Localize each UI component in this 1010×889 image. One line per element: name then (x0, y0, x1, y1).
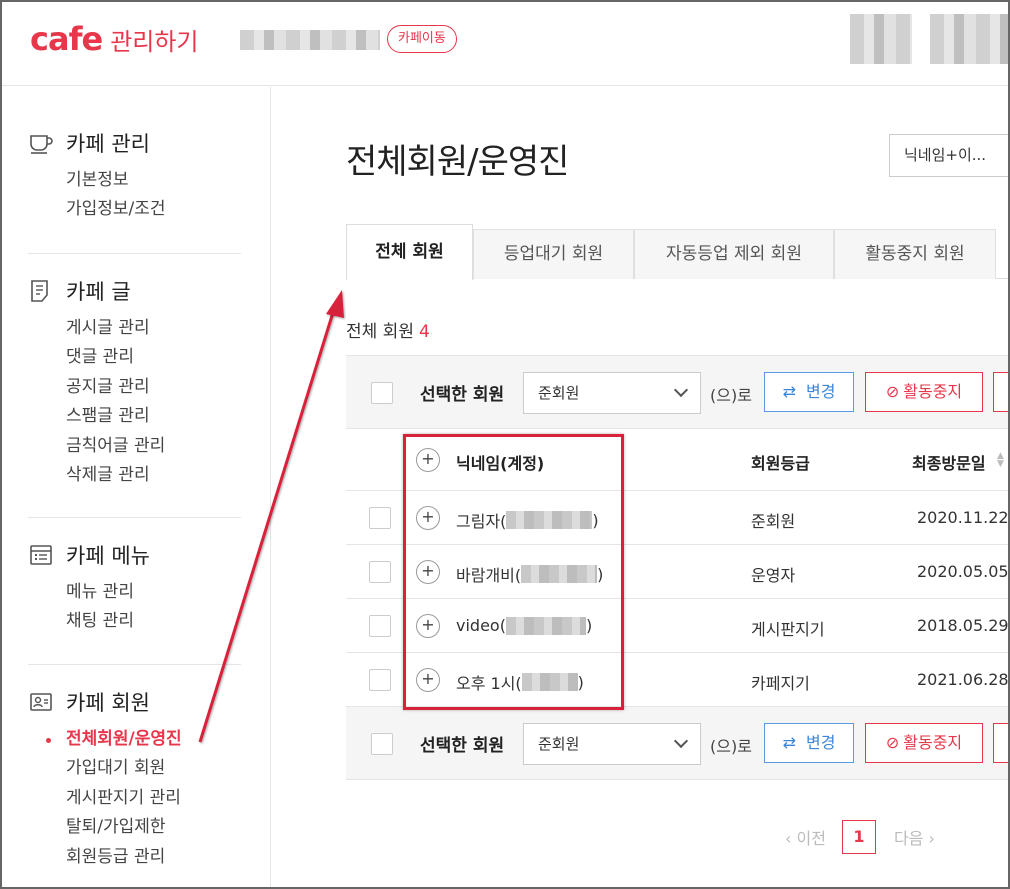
sidebar-section-title: 카페 글 (66, 280, 131, 304)
tab-auto-upgrade-excluded[interactable]: 자동등업 제외 회원 (634, 229, 834, 279)
change-grade-button[interactable]: ⇄ 변경 (764, 372, 854, 412)
sidebar-item-menu[interactable]: 메뉴 관리 (66, 578, 241, 607)
change-label: 변경 (805, 733, 836, 752)
cafe-move-button[interactable]: 카페이동 (387, 25, 457, 53)
top-header: cafe 관리하기 카페이동 (0, 0, 1010, 86)
sidebar-divider (28, 517, 241, 518)
sidebar-item-notices[interactable]: 공지글 관리 (66, 373, 241, 402)
action-bar-bottom: 선택한 회원 준회원 (으)로 ⇄ 변경 ⊘ 활동중지 (346, 706, 1010, 780)
grade-select-value: 준회원 (538, 384, 580, 402)
logo-cafe-text: cafe (30, 20, 103, 58)
member-grade: 카페지기 (751, 674, 810, 693)
member-last-visit: 2021.06.28 (917, 670, 1009, 689)
prev-page-button[interactable]: ‹ 이전 (785, 825, 826, 849)
sidebar-item-chat[interactable]: 채팅 관리 (66, 607, 241, 636)
member-tabs: 전체 회원 등업대기 회원 자동등업 제외 회원 활동중지 회원 (346, 224, 1010, 280)
member-last-visit: 2020.11.22 (917, 508, 1009, 527)
logo-admin-text: 관리하기 (110, 28, 199, 56)
sidebar-item-comments[interactable]: 댓글 관리 (66, 343, 241, 372)
cup-icon (30, 135, 53, 154)
next-label: 다음 (893, 829, 924, 848)
blurred-cafe-name (240, 30, 380, 50)
menu-list-icon (30, 545, 52, 565)
cafe-admin-logo[interactable]: cafe 관리하기 (30, 20, 199, 58)
sort-icon[interactable]: ▲ ▼ (997, 452, 1004, 469)
sidebar-section-title: 카페 회원 (66, 691, 150, 715)
member-grade: 게시판지기 (751, 620, 825, 639)
pagination: ‹ 이전 1 다음 › (785, 820, 935, 854)
selected-members-label: 선택한 회원 (420, 385, 505, 405)
member-last-visit: 2018.05.29 (917, 616, 1009, 635)
column-header-grade: 회원등급 (751, 454, 810, 473)
row-checkbox[interactable] (369, 615, 391, 637)
tab-suspended[interactable]: 활동중지 회원 (834, 229, 996, 279)
blurred-user-name[interactable] (930, 14, 1010, 64)
grade-select[interactable]: 준회원 (523, 723, 701, 765)
more-action-button[interactable] (993, 372, 1010, 412)
sidebar-section-title: 카페 관리 (66, 132, 150, 156)
change-label: 변경 (805, 382, 836, 401)
swap-icon: ⇄ (782, 382, 796, 401)
next-page-button[interactable]: 다음 › (894, 825, 935, 849)
tab-pending-upgrade[interactable]: 등업대기 회원 (473, 229, 634, 279)
sidebar-item-member-grades[interactable]: 회원등급 관리 (66, 843, 241, 872)
change-grade-button[interactable]: ⇄ 변경 (764, 723, 854, 763)
sidebar-item-basic-info[interactable]: 기본정보 (66, 166, 241, 195)
select-all-checkbox[interactable] (371, 733, 393, 755)
row-checkbox[interactable] (369, 669, 391, 691)
sidebar-item-pending-members[interactable]: 가입대기 회원 (66, 754, 241, 783)
annotation-highlight-box (403, 434, 624, 710)
tab-all-members[interactable]: 전체 회원 (346, 224, 473, 280)
suspend-button[interactable]: ⊘ 활동중지 (865, 723, 983, 763)
sidebar-item-all-members[interactable]: 전체회원/운영진 (46, 725, 241, 754)
suspend-button[interactable]: ⊘ 활동중지 (865, 372, 983, 412)
prohibit-icon: ⊘ (885, 382, 900, 401)
blurred-avatar[interactable] (850, 14, 912, 64)
to-grade-text: (으)로 (710, 737, 752, 756)
sidebar-section-cafe-menu: 카페 메뉴 메뉴 관리 채팅 관리 (28, 540, 241, 637)
more-action-button[interactable] (993, 723, 1010, 763)
row-checkbox[interactable] (369, 507, 391, 529)
grade-select-value: 준회원 (538, 735, 580, 753)
sidebar-item-deleted[interactable]: 삭제글 관리 (66, 461, 241, 490)
document-icon (31, 280, 48, 302)
sidebar-item-posts[interactable]: 게시글 관리 (66, 314, 241, 343)
page-title: 전체회원/운영진 (346, 142, 569, 182)
sidebar-item-spam[interactable]: 스팸글 관리 (66, 402, 241, 431)
member-count: 전체 회원 4 (346, 317, 430, 342)
suspend-label: 활동중지 (903, 382, 963, 401)
member-last-visit: 2020.05.05 (917, 562, 1009, 581)
suspend-label: 활동중지 (903, 733, 963, 752)
selected-members-label: 선택한 회원 (420, 736, 505, 756)
member-count-label: 전체 회원 (346, 322, 414, 342)
sidebar-section-cafe-manage: 카페 관리 기본정보 가입정보/조건 (28, 128, 241, 225)
sidebar-item-withdrawals[interactable]: 탈퇴/가입제한 (66, 813, 241, 842)
member-grade: 운영자 (751, 566, 796, 585)
prohibit-icon: ⊘ (885, 733, 900, 752)
sidebar-section-cafe-members: 카페 회원 전체회원/운영진 가입대기 회원 게시판지기 관리 탈퇴/가입제한 … (28, 687, 241, 872)
sidebar-divider (28, 664, 241, 665)
grade-select[interactable]: 준회원 (523, 372, 701, 414)
swap-icon: ⇄ (782, 733, 796, 752)
search-filter-select[interactable]: 닉네임+이... (889, 134, 1010, 177)
chevron-down-icon (673, 733, 689, 749)
member-card-icon (30, 693, 52, 711)
select-all-checkbox[interactable] (371, 382, 393, 404)
sidebar-item-board-managers[interactable]: 게시판지기 관리 (66, 784, 241, 813)
sidebar-section-title: 카페 메뉴 (66, 544, 150, 568)
sidebar-item-join-info[interactable]: 가입정보/조건 (66, 195, 241, 224)
sidebar: 카페 관리 기본정보 가입정보/조건 카페 글 게시글 관리 댓글 관리 공지글… (0, 87, 271, 889)
prev-label: 이전 (796, 829, 826, 848)
column-header-last-visit[interactable]: 최종방문일 (912, 450, 986, 474)
current-page[interactable]: 1 (841, 820, 876, 854)
sidebar-item-banned-words[interactable]: 금칙어글 관리 (66, 432, 241, 461)
action-bar-top: 선택한 회원 준회원 (으)로 ⇄ 변경 ⊘ 활동중지 (346, 355, 1010, 429)
sidebar-divider (28, 253, 241, 254)
to-grade-text: (으)로 (710, 386, 752, 405)
row-checkbox[interactable] (369, 561, 391, 583)
member-count-value: 4 (418, 322, 430, 342)
sidebar-section-cafe-posts: 카페 글 게시글 관리 댓글 관리 공지글 관리 스팸글 관리 금칙어글 관리 … (28, 276, 241, 490)
chevron-down-icon (673, 382, 689, 398)
member-grade: 준회원 (751, 512, 796, 531)
